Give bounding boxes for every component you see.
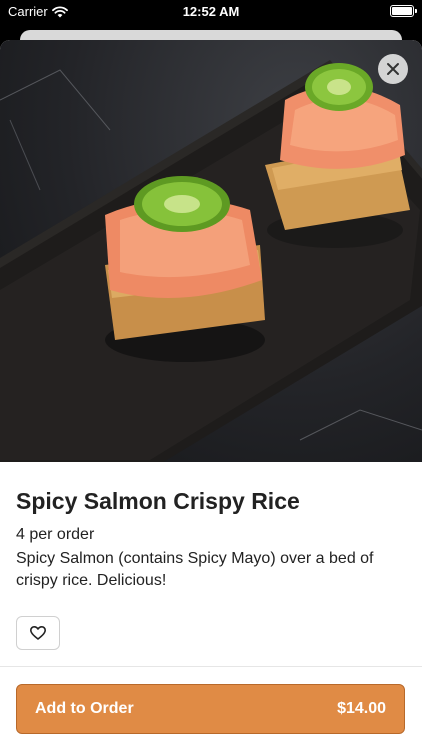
food-illustration (0, 60, 422, 462)
heart-icon (30, 626, 46, 640)
item-detail-sheet: Spicy Salmon Crispy Rice 4 per order Spi… (0, 40, 422, 750)
status-bar: Carrier 12:52 AM (0, 0, 422, 24)
close-button[interactable] (378, 54, 408, 84)
add-to-order-label: Add to Order (35, 700, 134, 717)
status-time: 12:52 AM (182, 4, 240, 19)
divider (0, 666, 422, 667)
item-portion: 4 per order (16, 526, 95, 543)
close-icon (387, 63, 399, 75)
add-to-order-button[interactable]: Add to Order $14.00 (16, 684, 405, 734)
favorite-button[interactable] (16, 616, 60, 650)
item-photo (0, 40, 422, 462)
order-price: $14.00 (337, 700, 386, 717)
item-description: Spicy Salmon (contains Spicy Mayo) over … (16, 550, 374, 589)
battery-icon (390, 5, 417, 17)
item-title: Spicy Salmon Crispy Rice (16, 488, 300, 514)
